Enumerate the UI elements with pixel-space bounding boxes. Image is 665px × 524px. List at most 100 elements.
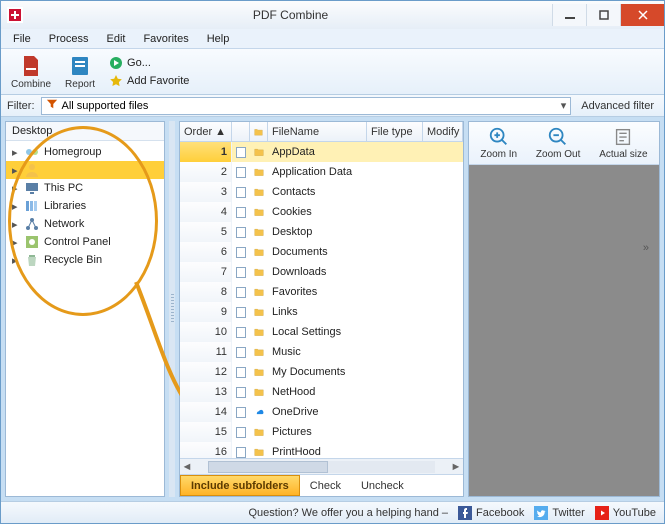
row-filename: Contacts — [268, 182, 367, 202]
tree-item-user[interactable]: ▸ — [6, 161, 164, 179]
row-checkbox[interactable] — [232, 402, 250, 422]
facebook-link[interactable]: Facebook — [458, 506, 524, 520]
row-checkbox[interactable] — [232, 342, 250, 362]
file-row[interactable]: 10Local Settings — [180, 322, 463, 342]
file-row[interactable]: 14OneDrive — [180, 402, 463, 422]
include-subfolders-button[interactable]: Include subfolders — [180, 475, 300, 496]
row-checkbox[interactable] — [232, 202, 250, 222]
row-checkbox[interactable] — [232, 322, 250, 342]
file-row[interactable]: 16PrintHood — [180, 442, 463, 458]
column-checkbox[interactable] — [232, 122, 250, 141]
row-order: 1 — [180, 142, 232, 162]
file-row[interactable]: 7Downloads — [180, 262, 463, 282]
tree-item-homegroup[interactable]: ▸Homegroup — [6, 143, 164, 161]
libraries-icon — [24, 198, 40, 214]
row-checkbox[interactable] — [232, 242, 250, 262]
row-checkbox[interactable] — [232, 142, 250, 162]
file-row[interactable]: 1AppData — [180, 142, 463, 162]
scroll-left-icon[interactable]: ◄ — [180, 461, 194, 473]
pc-icon — [24, 180, 40, 196]
row-checkbox[interactable] — [232, 182, 250, 202]
menu-help[interactable]: Help — [199, 31, 238, 47]
row-filetype — [367, 402, 423, 422]
scroll-track[interactable] — [208, 461, 435, 473]
menu-process[interactable]: Process — [41, 31, 97, 47]
row-checkbox[interactable] — [232, 382, 250, 402]
file-row[interactable]: 8Favorites — [180, 282, 463, 302]
expand-icon: ▸ — [12, 254, 20, 267]
file-row[interactable]: 6Documents — [180, 242, 463, 262]
file-row[interactable]: 2Application Data — [180, 162, 463, 182]
app-icon — [7, 7, 23, 23]
row-checkbox[interactable] — [232, 262, 250, 282]
actual-size-button[interactable]: Actual size — [599, 126, 647, 160]
go-button[interactable]: Go... — [105, 55, 193, 71]
row-filetype — [367, 282, 423, 302]
add-favorite-button[interactable]: Add Favorite — [105, 73, 193, 89]
tree-item-recycle-bin[interactable]: ▸Recycle Bin — [6, 251, 164, 269]
youtube-link[interactable]: YouTube — [595, 506, 656, 520]
check-all-button[interactable]: Check — [300, 475, 351, 496]
folder-icon — [250, 342, 268, 362]
row-checkbox[interactable] — [232, 422, 250, 442]
file-row[interactable]: 11Music — [180, 342, 463, 362]
folder-icon — [250, 182, 268, 202]
file-row[interactable]: 9Links — [180, 302, 463, 322]
row-checkbox[interactable] — [232, 282, 250, 302]
folder-icon — [250, 282, 268, 302]
close-button[interactable] — [620, 4, 664, 26]
zoom-out-button[interactable]: Zoom Out — [536, 126, 580, 160]
star-icon — [109, 74, 123, 88]
menu-favorites[interactable]: Favorites — [135, 31, 196, 47]
file-row[interactable]: 4Cookies — [180, 202, 463, 222]
row-checkbox[interactable] — [232, 302, 250, 322]
combine-button[interactable]: Combine — [7, 52, 55, 92]
file-row[interactable]: 15Pictures — [180, 422, 463, 442]
minimize-button[interactable] — [552, 4, 586, 26]
tree-item-network[interactable]: ▸Network — [6, 215, 164, 233]
row-order: 5 — [180, 222, 232, 242]
row-filename: Favorites — [268, 282, 367, 302]
filter-label: Filter: — [7, 100, 35, 112]
tree-item-libraries[interactable]: ▸Libraries — [6, 197, 164, 215]
splitter[interactable] — [169, 121, 175, 497]
toolbar: Combine Report Go... Add Favorite — [1, 49, 664, 95]
zoom-in-icon — [488, 126, 510, 148]
file-row[interactable]: 13NetHood — [180, 382, 463, 402]
list-footer: Include subfolders Check Uncheck — [180, 474, 463, 496]
file-row[interactable]: 5Desktop — [180, 222, 463, 242]
maximize-button[interactable] — [586, 4, 620, 26]
row-checkbox[interactable] — [232, 162, 250, 182]
folder-icon — [250, 142, 268, 162]
filter-combo[interactable]: All supported files ▾ — [41, 97, 572, 115]
row-modify — [423, 342, 463, 362]
column-icon[interactable] — [250, 122, 268, 141]
tree-item-this-pc[interactable]: ▸This PC — [6, 179, 164, 197]
row-modify — [423, 202, 463, 222]
row-checkbox[interactable] — [232, 222, 250, 242]
report-button[interactable]: Report — [61, 52, 99, 92]
column-filename[interactable]: FileName — [268, 122, 367, 141]
facebook-icon — [458, 506, 472, 520]
zoom-in-button[interactable]: Zoom In — [480, 126, 517, 160]
twitter-link[interactable]: Twitter — [534, 506, 584, 520]
scroll-right-icon[interactable]: ► — [449, 461, 463, 473]
row-order: 15 — [180, 422, 232, 442]
file-row[interactable]: 3Contacts — [180, 182, 463, 202]
chevron-right-icon[interactable]: » — [643, 242, 649, 254]
column-order[interactable]: Order▲ — [180, 122, 232, 141]
column-filetype[interactable]: File type — [367, 122, 423, 141]
row-checkbox[interactable] — [232, 362, 250, 382]
tree-item-control-panel[interactable]: ▸Control Panel — [6, 233, 164, 251]
row-modify — [423, 382, 463, 402]
menu-edit[interactable]: Edit — [98, 31, 133, 47]
scroll-thumb[interactable] — [208, 461, 328, 473]
report-icon — [68, 54, 92, 78]
row-checkbox[interactable] — [232, 442, 250, 458]
menu-file[interactable]: File — [5, 31, 39, 47]
horizontal-scrollbar[interactable]: ◄ ► — [180, 458, 463, 474]
file-row[interactable]: 12My Documents — [180, 362, 463, 382]
uncheck-all-button[interactable]: Uncheck — [351, 475, 414, 496]
column-modify[interactable]: Modify — [423, 122, 463, 141]
advanced-filter-link[interactable]: Advanced filter — [577, 100, 658, 112]
